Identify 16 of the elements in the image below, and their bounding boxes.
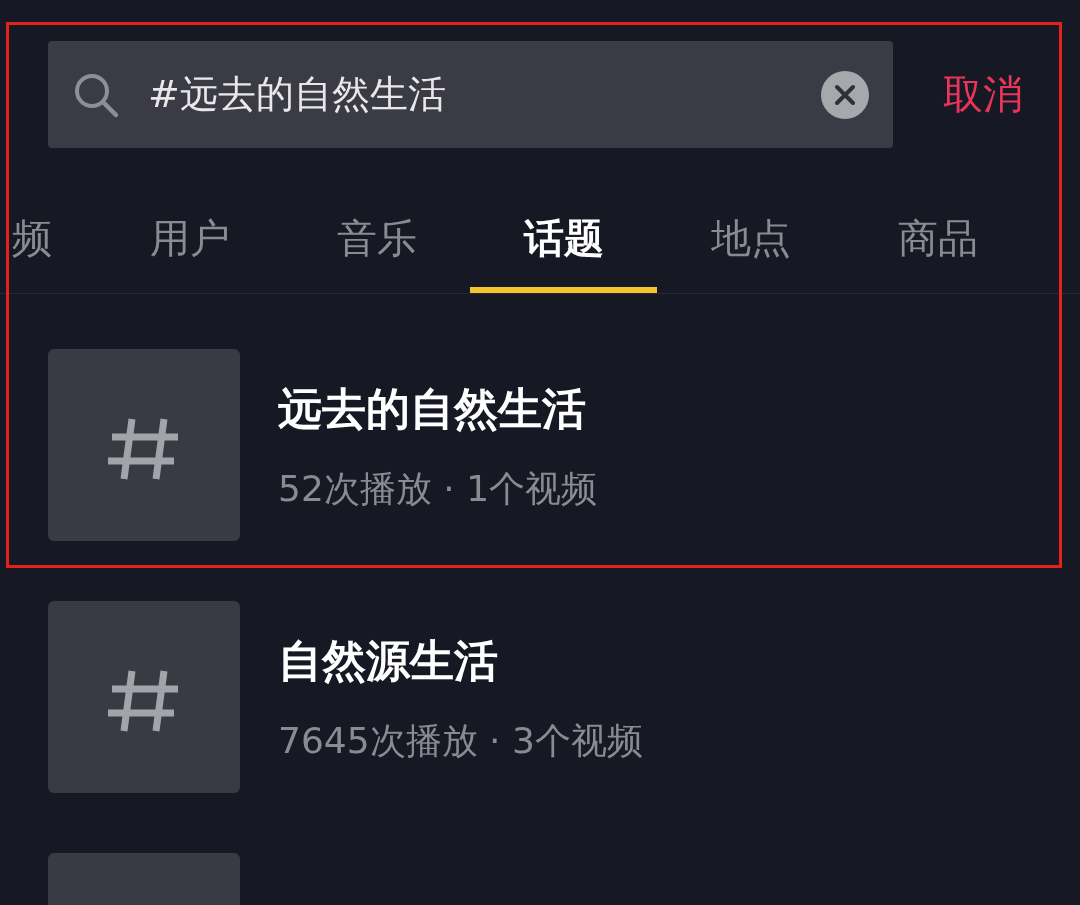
tab[interactable]: 用户 <box>96 185 283 293</box>
topic-stats: 52次播放 · 1个视频 <box>278 467 598 511</box>
tab[interactable]: 话题 <box>470 185 657 293</box>
tab[interactable]: 地点 <box>657 185 844 293</box>
search-input[interactable]: #远去的自然生活 <box>148 64 821 125</box>
clear-icon[interactable] <box>821 70 869 119</box>
topic-title: 自然源生活 <box>278 634 499 688</box>
search-field[interactable]: #远去的自然生活 <box>48 41 893 148</box>
hashtag-icon <box>48 601 240 793</box>
topic-stats: 7645次播放 · 3个视频 <box>278 719 643 763</box>
tab[interactable]: 音乐 <box>283 185 470 293</box>
hashtag-icon <box>48 349 240 541</box>
cancel-button[interactable]: 取消 <box>943 67 1023 122</box>
topic-title: 远去的自然生活 <box>278 382 587 436</box>
tab[interactable]: 商品 <box>844 185 1031 293</box>
tab[interactable]: 频 <box>0 185 96 293</box>
